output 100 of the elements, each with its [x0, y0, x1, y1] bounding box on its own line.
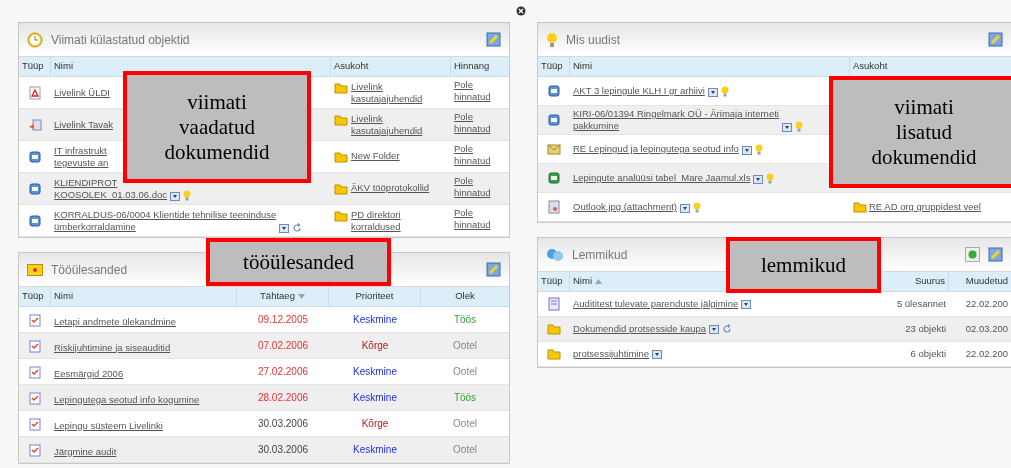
task-icon [28, 416, 42, 431]
people-icon [546, 247, 564, 262]
dropdown-menu-icon[interactable] [753, 175, 764, 184]
size-text: 23 objekti [905, 321, 946, 336]
dropdown-menu-icon[interactable] [741, 299, 752, 309]
document-link[interactable]: IT infrastrukt tegevuste an [54, 144, 109, 169]
column-header[interactable]: Nimi [573, 274, 602, 289]
lightbulb-icon [546, 31, 558, 48]
document-icon [547, 84, 561, 98]
task-icon [28, 338, 42, 353]
dropdown-menu-icon[interactable] [707, 88, 718, 97]
task-link[interactable]: Riskijuhtimine ja siseauditid [54, 341, 171, 354]
column-header[interactable]: Hinnang [454, 59, 490, 74]
column-header[interactable]: Nimi [54, 289, 73, 304]
task-link[interactable]: Järgmine audit [54, 445, 117, 458]
priority-label: Keskmine [353, 365, 397, 379]
task-icon [28, 312, 42, 327]
document-link[interactable]: Lepingute analüüsi tabel_Mare Jaamul.xls [573, 172, 751, 184]
task-link[interactable]: Eesmärgid 2006 [54, 367, 124, 380]
status-label: Töös [453, 391, 477, 405]
document-link[interactable]: Livelink ÜLDI [54, 86, 110, 99]
status-label: Ootel [453, 339, 477, 353]
document-link[interactable]: Outlook.jpg (attachment) [573, 201, 678, 213]
dropdown-menu-icon[interactable] [680, 204, 691, 213]
due-date: 30.03.2006 [257, 417, 309, 431]
annotation-callout: tööülesanded [206, 238, 391, 286]
column-header[interactable]: Tüüp [22, 289, 44, 304]
folder-icon [334, 80, 348, 95]
column-header[interactable]: Tüüp [22, 59, 44, 74]
column-header[interactable]: Asukoht [853, 59, 888, 74]
location-link[interactable]: PD direktori korraldused [351, 208, 401, 233]
rating-link[interactable]: Pole hinnatud [454, 206, 491, 231]
due-date: 28.02.2006 [257, 391, 309, 405]
dropdown-menu-icon[interactable] [741, 146, 752, 155]
annotation-callout: lemmikud [726, 237, 881, 293]
document-icon [547, 113, 561, 127]
sort-ascending-icon [595, 279, 602, 284]
document-link[interactable]: RE Lepingud ja lepingutega seotud info [573, 143, 739, 155]
document-link[interactable]: protsessijuhtimine [573, 348, 650, 360]
column-header[interactable]: Tähtaeg [260, 289, 305, 304]
column-header[interactable]: Olek [455, 289, 475, 304]
dropdown-menu-icon[interactable] [781, 123, 792, 132]
location-link[interactable]: Livelink kasutajajuhendid [351, 112, 423, 137]
task-link[interactable]: Lepingu süsteem Livelinki [54, 419, 163, 432]
column-header[interactable]: Nimi [54, 59, 73, 74]
clock-icon [27, 31, 43, 48]
document-icon [28, 181, 42, 196]
rating-link[interactable]: Pole hinnatud [454, 174, 491, 199]
rating-link[interactable]: Pole hinnatud [454, 142, 491, 167]
column-header[interactable]: Tüüp [541, 274, 563, 289]
status-label: Ootel [453, 443, 477, 457]
task-icon [28, 442, 42, 457]
dropdown-menu-icon[interactable] [709, 324, 720, 334]
folder-icon [334, 181, 348, 196]
due-date: 30.03.2006 [257, 443, 309, 457]
task-list-icon [547, 297, 561, 311]
location-link[interactable]: RE AD org gruppidest veel [869, 201, 981, 213]
task-link[interactable]: Letapi andmete ülekandmine [54, 315, 176, 328]
modified-date: 22.02.200 [965, 296, 1008, 311]
folder-icon [334, 112, 348, 127]
column-header[interactable]: Nimi [573, 59, 592, 74]
column-header[interactable]: Muudetud [965, 274, 1008, 289]
column-header[interactable]: Prioriteet [355, 289, 394, 304]
modified-date: 22.02.200 [965, 346, 1008, 361]
document-link[interactable]: KIRI-06/01394 Ringelmark OÜ - Ärimaja interneti pakkumine [573, 108, 779, 132]
task-link[interactable]: Lepingutega seotud info kogumine [54, 393, 200, 406]
document-link[interactable]: KORRALDUS-06/0004 Klientide tehnilise teeninduse ümberkorraldamine [54, 208, 277, 233]
column-header[interactable]: Asukoht [334, 59, 369, 74]
document-icon [28, 149, 42, 164]
task-icon [28, 364, 42, 379]
dropdown-menu-icon[interactable] [652, 349, 663, 359]
size-text: 5 ülesannet [896, 296, 946, 311]
task-icon [28, 390, 42, 405]
panel-title: Viimati külastatud objektid [51, 31, 190, 49]
folder-icon [547, 347, 561, 361]
column-header[interactable]: Suurus [914, 274, 945, 289]
panel-title: Tööülesanded [51, 261, 128, 279]
modified-date: 02.03.200 [965, 321, 1008, 336]
document-link[interactable]: Dokumendid protsesside kaupa [573, 323, 707, 335]
document-link[interactable]: Audititest tulevate parenduste jälgimine [573, 298, 739, 310]
location-link[interactable]: Livelink kasutajajuhendid [351, 80, 423, 105]
document-icon [28, 213, 42, 228]
location-link[interactable]: ÄKV tööprotokollid [351, 181, 430, 194]
document-link[interactable]: AKT 3 lepingule KLH I gr arhiivi [573, 85, 705, 97]
rating-link[interactable]: Pole hinnatud [454, 78, 491, 103]
column-header[interactable]: Tüüp [541, 59, 563, 74]
sort-descending-icon [297, 294, 305, 299]
task-panel-icon [27, 263, 43, 276]
rating-link[interactable]: Pole hinnatud [454, 110, 491, 135]
dropdown-menu-icon[interactable] [170, 191, 181, 201]
close-icon[interactable] [515, 6, 526, 16]
document-link[interactable]: Livelink Tavak [54, 118, 113, 131]
pdf-file-icon [28, 85, 42, 100]
status-label: Töös [453, 313, 477, 327]
priority-label: Keskmine [353, 391, 397, 405]
dropdown-menu-icon[interactable] [279, 223, 290, 233]
location-link[interactable]: New Folder [351, 149, 400, 162]
priority-label: Keskmine [353, 313, 397, 327]
image-file-icon [547, 200, 561, 214]
status-label: Ootel [453, 417, 477, 431]
